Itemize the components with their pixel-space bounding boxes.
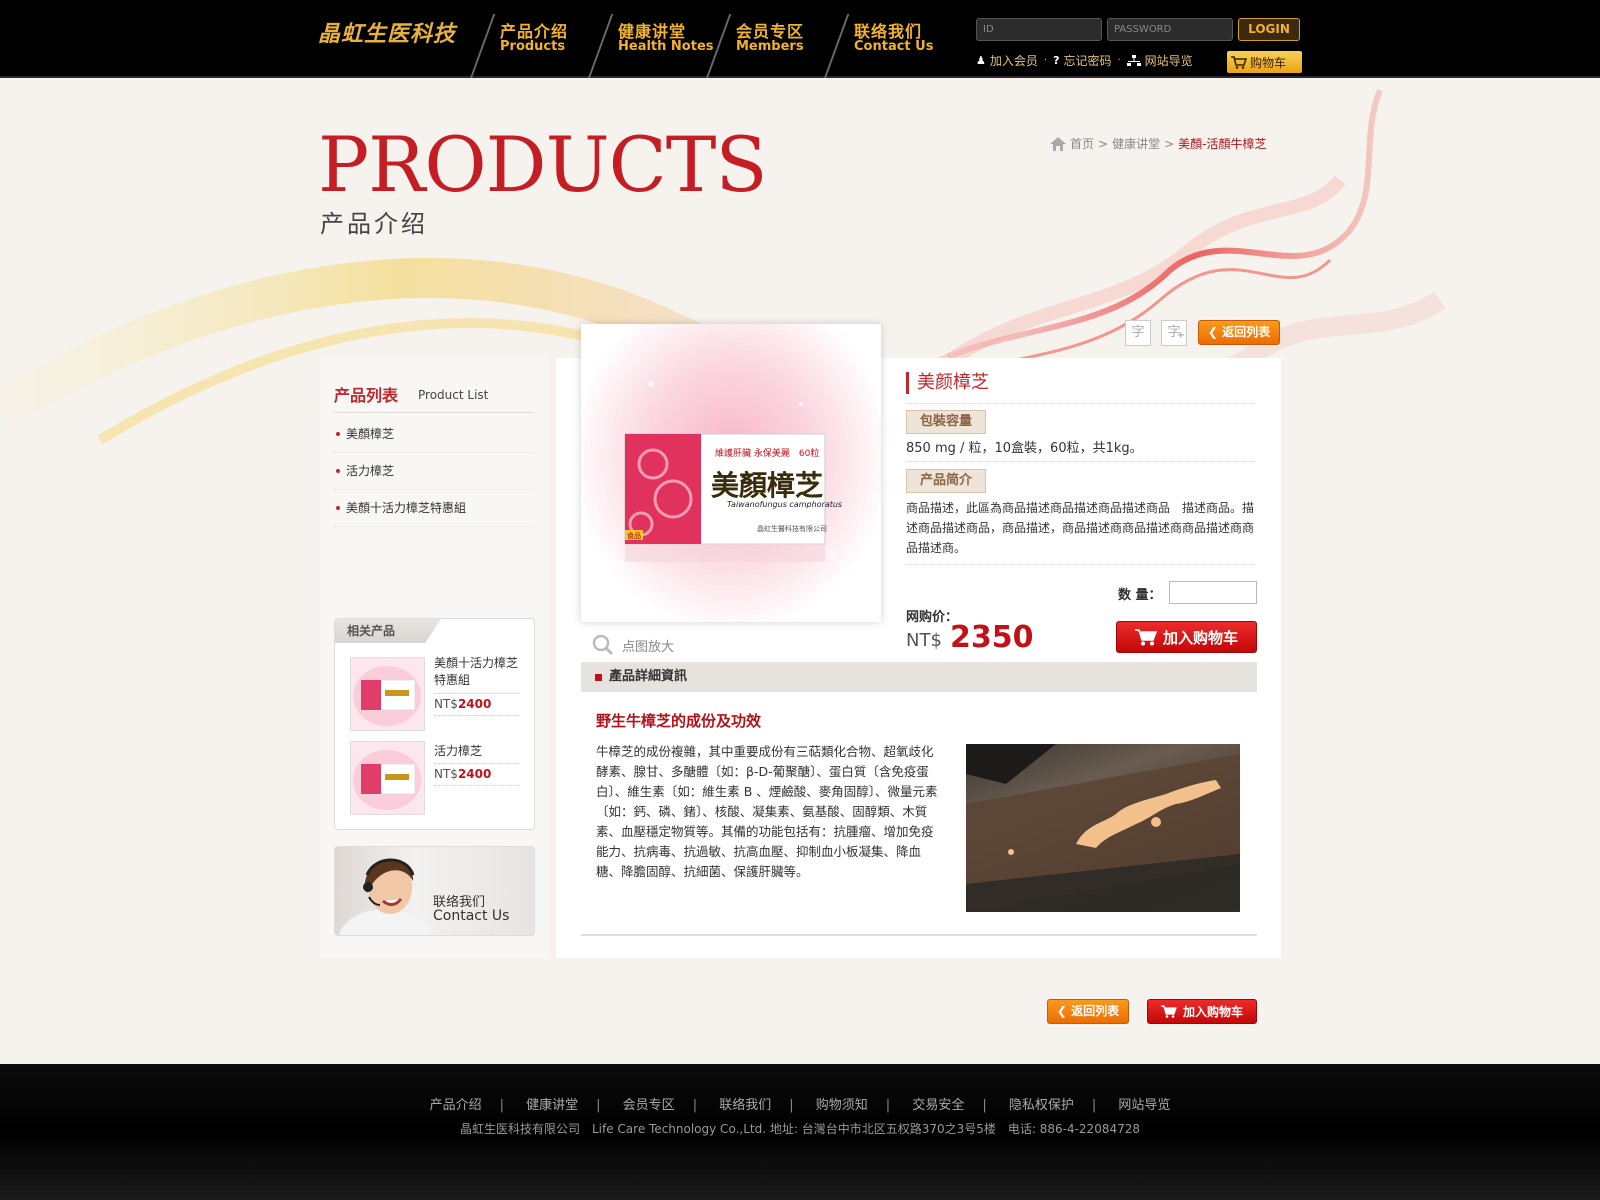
footer-copyright: 晶虹生医科技有限公司 Life Care Technology Co.,Ltd.… (459, 1122, 1141, 1136)
footer-links: 产品介绍 | 健康讲堂 | 会员专区 | 联络我们 | 购物须知 | 交易安全 | 隐私权保… (429, 1098, 1171, 1113)
spec-tag: 包裝容量 (906, 410, 986, 434)
site-header: 晶虹生医科技 产品介绍 Products 健康讲堂 Health Notes 会… (0, 0, 1600, 78)
forgot-password-link[interactable]: ? 忘记密码 (1053, 52, 1111, 69)
product-list-title-en: Product List (418, 388, 489, 402)
product-list-item[interactable]: 美顏十活力樟芝特惠組 (334, 490, 534, 527)
bottom-back-to-list-button[interactable]: ❮ 返回列表 (1047, 999, 1129, 1024)
price-value: 2350 (950, 620, 1034, 655)
quantity-input[interactable] (1169, 581, 1257, 604)
breadcrumb-health-notes[interactable]: 健康讲堂 (1112, 135, 1160, 152)
detail-section-body: 牛樟芝的成份複雜，其中重要成份有三萜類化合物、超氧歧化酵素、腺甘、多醣體〔如：β… (596, 744, 938, 879)
sidebar: 产品列表 Product List 美顏樟芝 活力樟芝 美顏十活力樟芝特惠組 相… (320, 358, 549, 958)
join-member-link[interactable]: ♟ 加入会员 (976, 52, 1038, 69)
product-list-title: 产品列表 (334, 386, 399, 405)
box-latin-name: Taiwanofungus camphoratus (727, 500, 843, 509)
add-to-cart-button[interactable]: 加入购物车 (1116, 621, 1257, 653)
footer-link[interactable]: 网站导览 (1118, 1098, 1170, 1113)
footer-link[interactable]: 交易安全 (912, 1098, 964, 1113)
footer-link[interactable]: 购物须知 (816, 1098, 868, 1113)
site-footer: 产品介绍 | 健康讲堂 | 会员专区 | 联络我们 | 购物须知 | 交易安全 | 隐私权保… (0, 1064, 1600, 1200)
related-product-price: NT$2400 (434, 697, 492, 711)
product-detail-bar: 產品詳細資訊 (581, 662, 1257, 692)
chevron-left-icon: ❮ (1207, 325, 1223, 339)
cart-button[interactable]: 购物车 (1227, 51, 1302, 73)
related-product-thumb[interactable] (350, 741, 425, 815)
home-icon (1050, 136, 1066, 151)
related-product-price: NT$2400 (434, 767, 492, 781)
product-image[interactable]: 維護肝臟 永保美麗 60粒 美顏樟芝 Taiwanofungus camphor… (581, 324, 881, 622)
related-products-title: 相关产品 (335, 619, 441, 643)
plus-icon: + (1176, 330, 1185, 341)
zoom-link[interactable]: 点图放大 (592, 634, 674, 656)
footer-link[interactable]: 产品介绍 (430, 1098, 482, 1113)
password-input[interactable]: PASSWORD (1107, 18, 1233, 41)
contact-us-banner[interactable]: 联络我们 Contact Us (334, 846, 535, 936)
breadcrumb-home[interactable]: 首页 (1070, 135, 1094, 152)
product-spec: 850 mg / 粒，10盒裝，60粒，共1kg。 (906, 441, 1143, 456)
footer-link[interactable]: 联络我们 (719, 1098, 771, 1113)
box-title: 美顏樟芝 (711, 469, 824, 502)
cart-icon (1160, 1005, 1177, 1018)
cart-icon (1134, 629, 1157, 646)
bottom-add-to-cart-button[interactable]: 加入购物车 (1147, 999, 1257, 1024)
nav-health-notes[interactable]: 健康讲堂 Health Notes (588, 0, 714, 78)
page-title: PRODUCTS (318, 120, 768, 209)
price-currency: NT$ (906, 630, 942, 651)
nav-contact-us[interactable]: 联络我们 Contact Us (824, 0, 942, 78)
chevron-left-icon: ❮ (1056, 1004, 1072, 1018)
related-product-name[interactable]: 美顏十活力樟芝特惠組 (434, 655, 520, 689)
sitemap-icon (1126, 54, 1141, 66)
box-tagline: 維護肝臟 永保美麗 60粒 (715, 449, 820, 459)
site-logo[interactable]: 晶虹生医科技 (318, 16, 456, 48)
related-product-name[interactable]: 活力樟芝 (434, 743, 520, 760)
login-button[interactable]: LOGIN (1238, 18, 1300, 41)
back-to-list-button[interactable]: ❮ 返回列表 (1198, 320, 1280, 345)
nav-products[interactable]: 产品介绍 Products (470, 0, 588, 78)
related-products-box: 相关产品 美顏十活力樟芝特惠組 NT$2400 活力樟芝 NT$2400 (334, 618, 535, 830)
product-name: 美颜樟芝 (906, 372, 989, 394)
cart-icon (1231, 55, 1247, 69)
id-input[interactable]: ID (976, 18, 1102, 41)
header-links: ♟ 加入会员 · ? 忘记密码 · 网站导览 (976, 52, 1193, 69)
antrodia-log-image (966, 744, 1240, 912)
breadcrumb-current: 美顏-活顏牛樟芝 (1178, 137, 1267, 151)
magnifier-icon (592, 634, 614, 656)
customer-service-agent-image (339, 858, 431, 935)
nav-members[interactable]: 会员专区 Members (706, 0, 824, 78)
box-company: 晶虹生醫科技有限公司 (757, 525, 827, 533)
question-icon: ? (1053, 54, 1060, 67)
footer-link[interactable]: 隐私权保护 (1009, 1098, 1074, 1113)
related-product-thumb[interactable] (350, 657, 425, 731)
product-description: 商品描述，此區為商品描述商品描述商品描述商品 描述商品。描述商品描述商品，商品描… (906, 501, 1255, 555)
font-size-large-button[interactable]: 字 + (1161, 320, 1187, 346)
product-list-item[interactable]: 美顏樟芝 (334, 416, 534, 453)
product-list-item[interactable]: 活力樟芝 (334, 453, 534, 490)
user-icon: ♟ (976, 54, 986, 67)
box-badge: 食品 (627, 532, 641, 540)
footer-link[interactable]: 健康讲堂 (526, 1098, 578, 1113)
detail-section-title: 野生牛樟芝的成份及功效 (596, 712, 762, 730)
sitemap-link[interactable]: 网站导览 (1126, 52, 1193, 69)
page-subtitle: 产品介绍 (320, 210, 428, 238)
intro-tag: 产品简介 (906, 469, 986, 493)
font-size-small-button[interactable]: 字 (1125, 320, 1151, 346)
footer-link[interactable]: 会员专区 (623, 1098, 675, 1113)
breadcrumb: 首页 > 健康讲堂 > 美顏-活顏牛樟芝 (1050, 135, 1267, 152)
quantity-label: 数 量： (1118, 588, 1162, 603)
